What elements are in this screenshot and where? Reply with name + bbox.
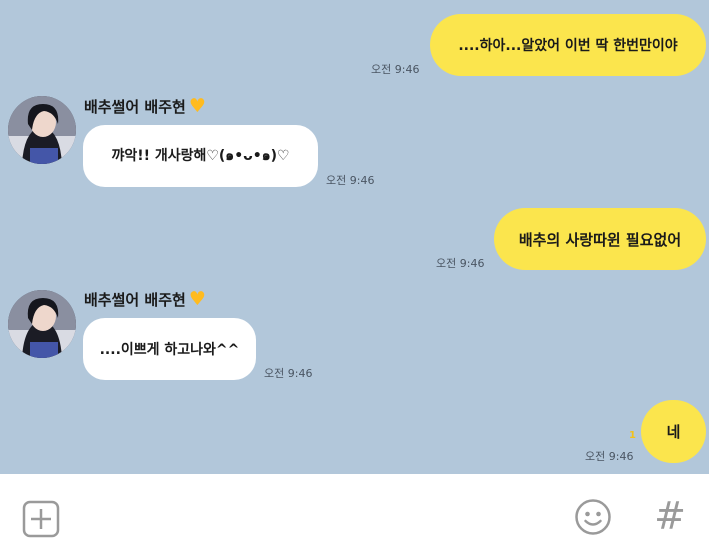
chat-area[interactable]: ....하아...알았어 이번 딱 한번만이야 오전 9:46 배추썰어 배주현… [0,0,709,474]
plus-icon [22,500,60,538]
avatar-photo [8,96,76,164]
heart-icon: ♥ [188,95,206,117]
message-time: 오전 9:46 [585,450,634,463]
input-bar: # [0,474,709,539]
message-text: ....이쁘게 하고나와^^ [99,342,240,358]
message-time: 오전 9:46 [326,174,375,187]
emoji-icon [575,499,611,535]
my-message-bubble[interactable]: 네 [641,400,706,463]
sender-name-text: 배추썰어 배주현 [84,98,186,116]
their-message-bubble[interactable]: ....이쁘게 하고나와^^ [83,318,256,380]
sender-name-text: 배추썰어 배주현 [84,291,186,309]
add-button[interactable] [21,499,61,539]
avatar-photo [8,290,76,358]
emoji-button[interactable] [573,497,613,537]
unread-count: 1 [629,430,636,441]
message-text: ....하아...알았어 이번 딱 한번만이야 [458,38,678,54]
message-text: 배추의 사랑따윈 필요없어 [518,230,682,249]
message-text: 네 [666,423,681,441]
my-message-bubble[interactable]: ....하아...알았어 이번 딱 한번만이야 [430,14,706,76]
hashtag-button[interactable]: # [650,494,690,538]
hashtag-icon: # [654,494,686,538]
their-message-bubble[interactable]: 꺄악!! 개사랑해♡(๑•ᴗ•๑)♡ [83,125,318,187]
sender-name: 배추썰어 배주현 ♥ [84,289,206,310]
sender-name: 배추썰어 배주현 ♥ [84,96,206,117]
my-message-bubble[interactable]: 배추의 사랑따윈 필요없어 [494,208,706,270]
sender-avatar[interactable] [8,290,76,358]
message-time: 오전 9:46 [264,367,313,380]
message-time: 오전 9:46 [371,63,420,76]
message-text: 꺄악!! 개사랑해♡(๑•ᴗ•๑)♡ [111,148,290,164]
heart-icon: ♥ [188,288,206,310]
sender-avatar[interactable] [8,96,76,164]
message-time: 오전 9:46 [436,257,485,270]
